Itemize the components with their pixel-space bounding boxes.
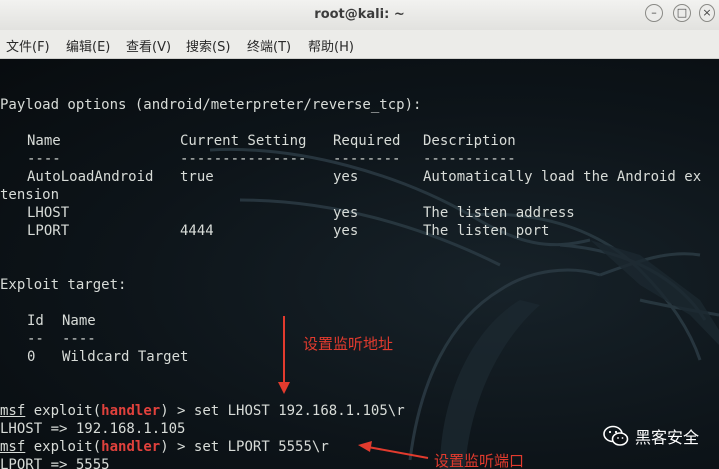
- arrow-head-down: [278, 382, 290, 394]
- brand-name: 黑客安全: [634, 428, 699, 447]
- terminal-window: root@kali: ~ – □ × 文件(F) 编辑(E) 查看(V) 搜索(…: [0, 0, 719, 469]
- annotation-listen-address: 设置监听地址: [303, 335, 394, 353]
- annotation-arrows: [278, 316, 429, 459]
- annotation-listen-port: 设置监听端口: [434, 452, 525, 469]
- arrow-head-left: [358, 441, 372, 452]
- wechat-icon: [603, 425, 629, 446]
- brand-watermark: 黑客安全: [603, 424, 699, 448]
- arrow-line-left: [367, 446, 429, 459]
